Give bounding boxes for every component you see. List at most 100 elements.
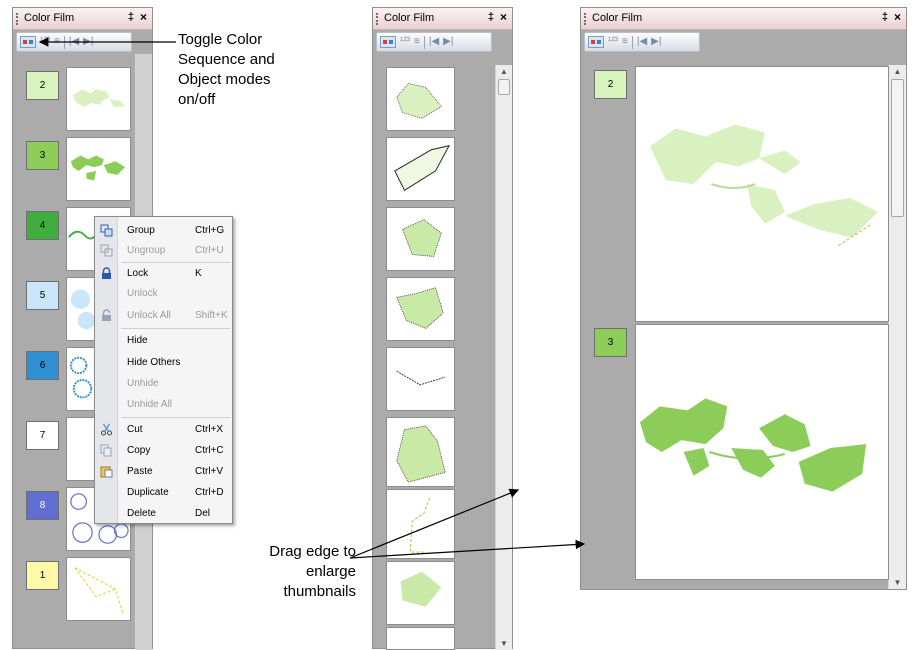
object-mode-icon[interactable]: ≡ <box>54 35 60 49</box>
panel-titlebar[interactable]: Color Film ‡ × <box>373 8 512 30</box>
scrollbar-thumb[interactable] <box>891 79 904 217</box>
menu-shortcut: Ctrl+X <box>195 424 224 435</box>
thumbnail[interactable] <box>386 207 455 271</box>
menu-label: Ungroup <box>127 245 166 256</box>
first-icon[interactable]: |◀ <box>69 35 79 49</box>
vertical-scrollbar[interactable]: ▲ ▼ <box>495 65 512 650</box>
toolbar-divider <box>631 35 633 49</box>
menu-shortcut: Ctrl+G <box>195 225 225 236</box>
menu-item-unhide[interactable]: Unhide <box>95 374 232 394</box>
menu-item-duplicate[interactable]: Duplicate Ctrl+D <box>95 483 232 503</box>
menu-label: Delete <box>127 508 156 519</box>
thumbnail[interactable] <box>386 627 455 650</box>
menu-item-delete[interactable]: Delete Del <box>95 504 232 524</box>
scrollbar-thumb[interactable] <box>498 79 510 95</box>
menu-item-unhide-all[interactable]: Unhide All <box>95 395 232 415</box>
thumbnail[interactable] <box>635 324 889 580</box>
first-icon[interactable]: |◀ <box>637 35 647 49</box>
sequence-icon[interactable]: ¹²³ <box>400 35 410 49</box>
panel-titlebar[interactable]: Color Film ‡ × <box>13 8 152 30</box>
close-icon[interactable]: × <box>500 7 507 27</box>
scroll-down-icon[interactable]: ▼ <box>889 578 906 587</box>
scissors-icon <box>101 423 112 436</box>
menu-item-hide[interactable]: Hide <box>95 331 232 351</box>
toolbar-divider <box>423 35 425 49</box>
pin-icon[interactable]: ‡ <box>128 7 134 27</box>
menu-label: Hide Others <box>127 357 181 368</box>
annotation-line: Drag edge to <box>269 543 356 560</box>
menu-item-lock[interactable]: Lock K <box>95 264 232 284</box>
scroll-up-icon[interactable]: ▲ <box>496 67 512 76</box>
menu-item-ungroup[interactable]: Ungroup Ctrl+U <box>95 241 232 261</box>
color-swatch[interactable]: 8 <box>26 491 59 520</box>
vertical-scrollbar[interactable]: ▲ ▼ <box>888 65 906 589</box>
close-icon[interactable]: × <box>894 7 901 27</box>
first-icon[interactable]: |◀ <box>429 35 439 49</box>
color-swatch[interactable]: 2 <box>26 71 59 100</box>
color-swatch[interactable]: 3 <box>594 328 627 357</box>
scroll-up-icon[interactable]: ▲ <box>889 67 906 76</box>
color-swatch[interactable]: 2 <box>594 70 627 99</box>
color-swatch[interactable]: 1 <box>26 561 59 590</box>
menu-item-cut[interactable]: Cut Ctrl+X <box>95 420 232 440</box>
panel-titlebar[interactable]: Color Film ‡ × <box>581 8 906 30</box>
thumbnail[interactable] <box>66 557 131 621</box>
thumbnail-image <box>402 219 442 257</box>
menu-shortcut: Del <box>195 508 211 519</box>
drag-grip-icon[interactable] <box>584 13 586 25</box>
object-mode-icon[interactable]: ≡ <box>414 35 420 49</box>
thumbnail-image <box>409 497 431 553</box>
context-menu: Group Ctrl+G Ungroup Ctrl+U Lock K Unloc… <box>94 216 233 524</box>
pin-icon[interactable]: ‡ <box>488 7 494 27</box>
thumbnail[interactable] <box>66 67 131 131</box>
sequence-icon[interactable]: ¹²³ <box>40 35 50 49</box>
color-swatch[interactable]: 5 <box>26 281 59 310</box>
color-swatch[interactable]: 4 <box>26 211 59 240</box>
menu-item-unlock-all[interactable]: Unlock All Shift+K <box>95 306 232 326</box>
color-swatch[interactable]: 6 <box>26 351 59 380</box>
panel-toolbar: ¹²³ ≡ |◀ ▶| <box>376 32 492 52</box>
menu-label: Paste <box>127 466 153 477</box>
menu-item-hide-others[interactable]: Hide Others <box>95 353 232 373</box>
object-mode-icon[interactable]: ≡ <box>622 35 628 49</box>
menu-shortcut: Shift+K <box>195 310 228 321</box>
thumbnail-image <box>74 567 124 615</box>
annotation-line: Sequence and <box>178 51 275 68</box>
thumbnail[interactable] <box>386 277 455 341</box>
drag-grip-icon[interactable] <box>16 13 18 25</box>
sequence-icon[interactable]: ¹²³ <box>608 35 618 49</box>
thumbnail[interactable] <box>386 489 455 559</box>
drag-grip-icon[interactable] <box>376 13 378 25</box>
menu-label: Unhide All <box>127 399 173 410</box>
paste-icon <box>100 466 113 478</box>
color-swatch[interactable]: 3 <box>26 141 59 170</box>
menu-label: Lock <box>127 268 149 279</box>
thumbnail[interactable] <box>386 67 455 131</box>
thumbnail[interactable] <box>386 137 455 201</box>
menu-item-copy[interactable]: Copy Ctrl+C <box>95 441 232 461</box>
last-icon[interactable]: ▶| <box>651 35 661 49</box>
toggle-color-sequence-object-icon[interactable] <box>588 36 604 48</box>
menu-item-group[interactable]: Group Ctrl+G <box>95 221 232 241</box>
close-icon[interactable]: × <box>140 7 147 27</box>
thumbnail[interactable] <box>66 137 131 201</box>
menu-item-paste[interactable]: Paste Ctrl+V <box>95 462 232 482</box>
panel-toolbar: ¹²³ ≡ |◀ ▶| <box>16 32 132 52</box>
last-icon[interactable]: ▶| <box>83 35 93 49</box>
menu-item-unlock[interactable]: Unlock <box>95 284 232 304</box>
color-swatch[interactable]: 7 <box>26 421 59 450</box>
toggle-modes-annotation: Toggle Color Sequence and Object modes o… <box>178 30 275 110</box>
last-icon[interactable]: ▶| <box>443 35 453 49</box>
thumbnail[interactable] <box>386 561 455 625</box>
toggle-color-sequence-object-icon[interactable] <box>380 36 396 48</box>
menu-label: Unlock All <box>127 310 171 321</box>
scroll-down-icon[interactable]: ▼ <box>496 639 512 648</box>
toggle-color-sequence-object-icon[interactable] <box>20 36 36 48</box>
annotation-line: on/off <box>178 91 216 108</box>
panel-title: Color Film <box>384 12 435 24</box>
thumbnail[interactable] <box>386 417 455 487</box>
thumbnail[interactable] <box>386 347 455 411</box>
thumbnail[interactable] <box>635 66 889 322</box>
pin-icon[interactable]: ‡ <box>882 7 888 27</box>
color-film-panel-enlarged: Color Film ‡ × ¹²³ ≡ |◀ ▶| ▲ ▼ 2 3 <box>580 7 907 590</box>
